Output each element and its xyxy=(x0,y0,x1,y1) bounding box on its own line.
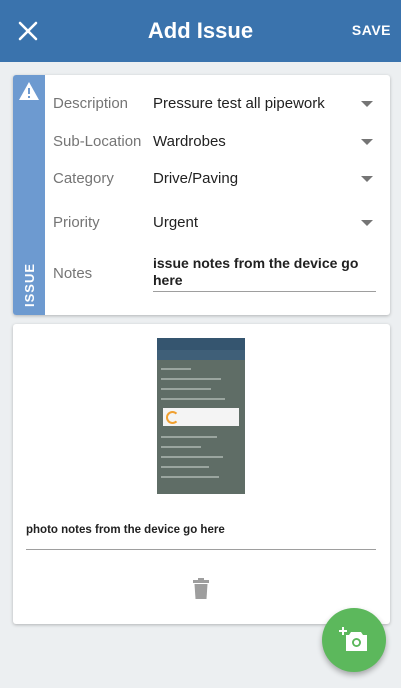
close-icon xyxy=(18,21,38,41)
add-photo-button[interactable] xyxy=(322,608,386,672)
priority-value: Urgent xyxy=(153,214,199,231)
issue-strip: ISSUE xyxy=(13,75,45,315)
thumbnail-header xyxy=(157,338,245,350)
warning-icon xyxy=(19,82,39,100)
chevron-down-icon[interactable] xyxy=(361,101,373,107)
chevron-down-icon[interactable] xyxy=(361,220,373,226)
issue-notes-field[interactable]: issue notes from the device go here xyxy=(153,255,376,292)
photo-thumbnail[interactable] xyxy=(157,338,245,494)
issue-card: ISSUE Description Pressure test all pipe… xyxy=(13,75,390,315)
trash-icon[interactable] xyxy=(192,578,210,600)
description-value: Pressure test all pipework xyxy=(153,95,325,112)
page-title: Add Issue xyxy=(147,18,254,43)
priority-label: Priority xyxy=(53,214,100,231)
priority-dropdown[interactable]: Priority Urgent xyxy=(53,208,383,238)
add-photo-icon xyxy=(339,627,367,651)
chevron-down-icon[interactable] xyxy=(361,176,373,182)
thumbnail-spinner xyxy=(166,411,179,424)
description-label: Description xyxy=(53,95,129,112)
sub-location-label: Sub-Location xyxy=(53,133,142,150)
notes-label: Notes xyxy=(53,265,93,282)
photo-card: photo notes from the device go here xyxy=(13,324,390,624)
app-bar: Add Issue SAVE xyxy=(0,0,401,62)
sub-location-value: Wardrobes xyxy=(153,133,226,150)
sub-location-dropdown[interactable]: Sub-Location Wardrobes xyxy=(53,127,383,157)
category-label: Category xyxy=(53,170,114,187)
thumbnail-content xyxy=(161,368,241,488)
thumbnail-tabs xyxy=(157,350,245,360)
description-dropdown[interactable]: Description Pressure test all pipework xyxy=(53,89,383,119)
photo-notes-field[interactable]: photo notes from the device go here xyxy=(26,524,376,550)
category-dropdown[interactable]: Category Drive/Paving xyxy=(53,164,383,194)
chevron-down-icon[interactable] xyxy=(361,139,373,145)
save-button[interactable]: SAVE xyxy=(352,22,391,38)
category-value: Drive/Paving xyxy=(153,170,239,187)
issue-strip-label: ISSUE xyxy=(22,262,37,307)
close-button[interactable] xyxy=(14,17,42,45)
